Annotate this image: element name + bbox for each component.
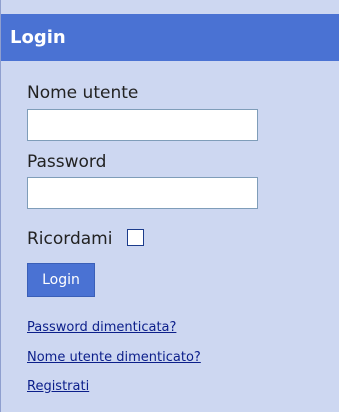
password-label: Password — [27, 152, 107, 172]
remember-checkbox[interactable] — [127, 229, 144, 246]
username-label: Nome utente — [27, 83, 139, 103]
login-panel: Login Nome utente Password Ricordami Log… — [0, 0, 339, 412]
password-input[interactable] — [27, 177, 258, 209]
username-input[interactable] — [27, 109, 258, 141]
remember-label: Ricordami — [27, 229, 113, 249]
login-header: Login — [1, 14, 339, 61]
forgot-username-link[interactable]: Nome utente dimenticato? — [27, 350, 201, 366]
login-button[interactable]: Login — [27, 263, 95, 297]
register-link[interactable]: Registrati — [27, 379, 89, 395]
forgot-password-link[interactable]: Password dimenticata? — [27, 320, 176, 336]
login-title: Login — [10, 27, 66, 48]
